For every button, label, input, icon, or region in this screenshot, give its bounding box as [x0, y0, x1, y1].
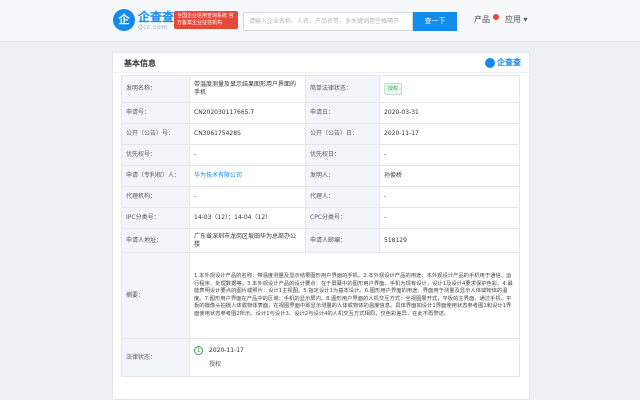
label-cpc: CPC分类号： — [305, 207, 380, 229]
label-application-no: 申请号： — [121, 102, 190, 124]
table-row: 发明名称： 带温度测量及显示结果图形用户界面的手机 简单法律状态： 授权 — [121, 75, 520, 103]
value-agent: - — [379, 186, 520, 208]
search-input[interactable]: 请输入企业名称、人名、产品名等，多关键词用空格隔开 — [243, 12, 413, 31]
products-label: 产品 — [474, 15, 490, 24]
label-agency: 代理机构： — [121, 186, 190, 208]
value-cpc: - — [379, 207, 520, 229]
legal-event: 1 2020-11-17 — [194, 344, 515, 358]
timeline-dot-icon: 1 — [194, 345, 203, 355]
label-priority-date: 优先权日： — [305, 144, 380, 166]
table-row: 申请人地址： 广东省深圳市龙岗区坂田华为总部办公楼 申请人邮编： 518129 — [121, 228, 520, 253]
label-application-date: 申请日： — [305, 102, 380, 124]
notification-dot-icon — [492, 14, 499, 20]
value-legal-status: 1 2020-11-17 授权 — [189, 338, 520, 377]
nav-products[interactable]: 产品 — [474, 14, 499, 25]
slogan-badge: 全国企业信用查询系统 官方备案企业征信机构 — [174, 11, 238, 29]
nav-app[interactable]: 应用 ▾ — [505, 14, 528, 25]
legal-event-date: 2020-11-17 — [209, 346, 244, 354]
value-publication-date: 2020-11-17 — [379, 123, 520, 145]
table-row: 优先权号： - 优先权日： - — [121, 144, 520, 166]
panel-title: 基本信息 — [124, 59, 156, 68]
table-row: 申请号： CN202030117665.7 申请日： 2020-03-31 — [121, 102, 520, 124]
app-label: 应用 — [505, 15, 521, 24]
label-applicant-zip: 申请人邮编： — [305, 228, 380, 253]
value-agency: - — [189, 186, 306, 208]
value-abstract: 1.本外观设计产品的名称：带温度测量及显示结果图形用户界面的手机。2.本外观设计… — [189, 252, 520, 339]
brand-domain: Qcc.com — [138, 24, 168, 31]
value-applicant-zip: 518129 — [379, 228, 520, 253]
patent-info-table: 发明名称： 带温度测量及显示结果图形用户界面的手机 简单法律状态： 授权 申请号… — [121, 75, 520, 377]
panel-brand-logo: 企查查 — [485, 57, 521, 68]
table-row: IPC分类号： 14-03（12）；14-04（12） CPC分类号： - — [121, 207, 520, 229]
table-row: 申请（专利权）人： 华为技术有限公司 发明人： 孙俊桥 — [121, 165, 520, 187]
label-applicant: 申请（专利权）人： — [121, 165, 190, 187]
label-publication-no: 公开（公告）号： — [121, 123, 190, 145]
brand-name[interactable]: 企查查 — [138, 8, 174, 25]
label-applicant-address: 申请人地址： — [121, 228, 190, 253]
value-applicant-address: 广东省深圳市龙岗区坂田华为总部办公楼 — [189, 228, 306, 253]
label-publication-date: 公开（公告）日： — [305, 123, 380, 145]
value-inventor: 孙俊桥 — [379, 165, 520, 187]
label-legal-status: 法律状态： — [121, 338, 190, 377]
label-abstract: 摘要： — [121, 252, 190, 339]
table-row: 公开（公告）号： CN306175428S 公开（公告）日： 2020-11-1… — [121, 123, 520, 145]
table-row: 代理机构： - 代理人： - — [121, 186, 520, 208]
value-priority-no: - — [189, 144, 306, 166]
panel-header: 基本信息 企查查 — [113, 53, 529, 73]
label-agent: 代理人： — [305, 186, 380, 208]
applicant-link[interactable]: 华为技术有限公司 — [194, 172, 242, 179]
top-bar: 企 企查查 Qcc.com 全国企业信用查询系统 官方备案企业征信机构 请输入企… — [0, 0, 640, 42]
search-button[interactable]: 查一下 — [413, 12, 457, 31]
chevron-down-icon: ▾ — [523, 15, 528, 24]
table-row: 摘要： 1.本外观设计产品的名称：带温度测量及显示结果图形用户界面的手机。2.本… — [121, 252, 520, 339]
value-publication-no: CN306175428S — [189, 123, 306, 145]
value-application-no: CN202030117665.7 — [189, 102, 306, 124]
label-priority-no: 优先权号： — [121, 144, 190, 166]
label-ipc: IPC分类号： — [121, 207, 190, 229]
label-invention-name: 发明名称： — [121, 75, 190, 103]
label-inventor: 发明人： — [305, 165, 380, 187]
qcc-mark-icon — [485, 57, 495, 68]
value-applicant[interactable]: 华为技术有限公司 — [189, 165, 306, 187]
value-legal-status-simple: 授权 — [379, 75, 520, 103]
value-priority-date: - — [379, 144, 520, 166]
value-ipc: 14-03（12）；14-04（12） — [189, 207, 306, 229]
value-application-date: 2020-03-31 — [379, 102, 520, 124]
legal-event-status: 授权 — [209, 360, 222, 368]
qcc-logo-icon[interactable]: 企 — [113, 9, 135, 31]
value-invention-name: 带温度测量及显示结果图形用户界面的手机 — [189, 75, 306, 103]
status-badge: 授权 — [384, 83, 403, 95]
label-legal-status-simple: 简单法律状态： — [305, 75, 380, 103]
panel-brand-text: 企查查 — [497, 58, 521, 67]
table-row: 法律状态： 1 2020-11-17 授权 — [121, 338, 520, 377]
